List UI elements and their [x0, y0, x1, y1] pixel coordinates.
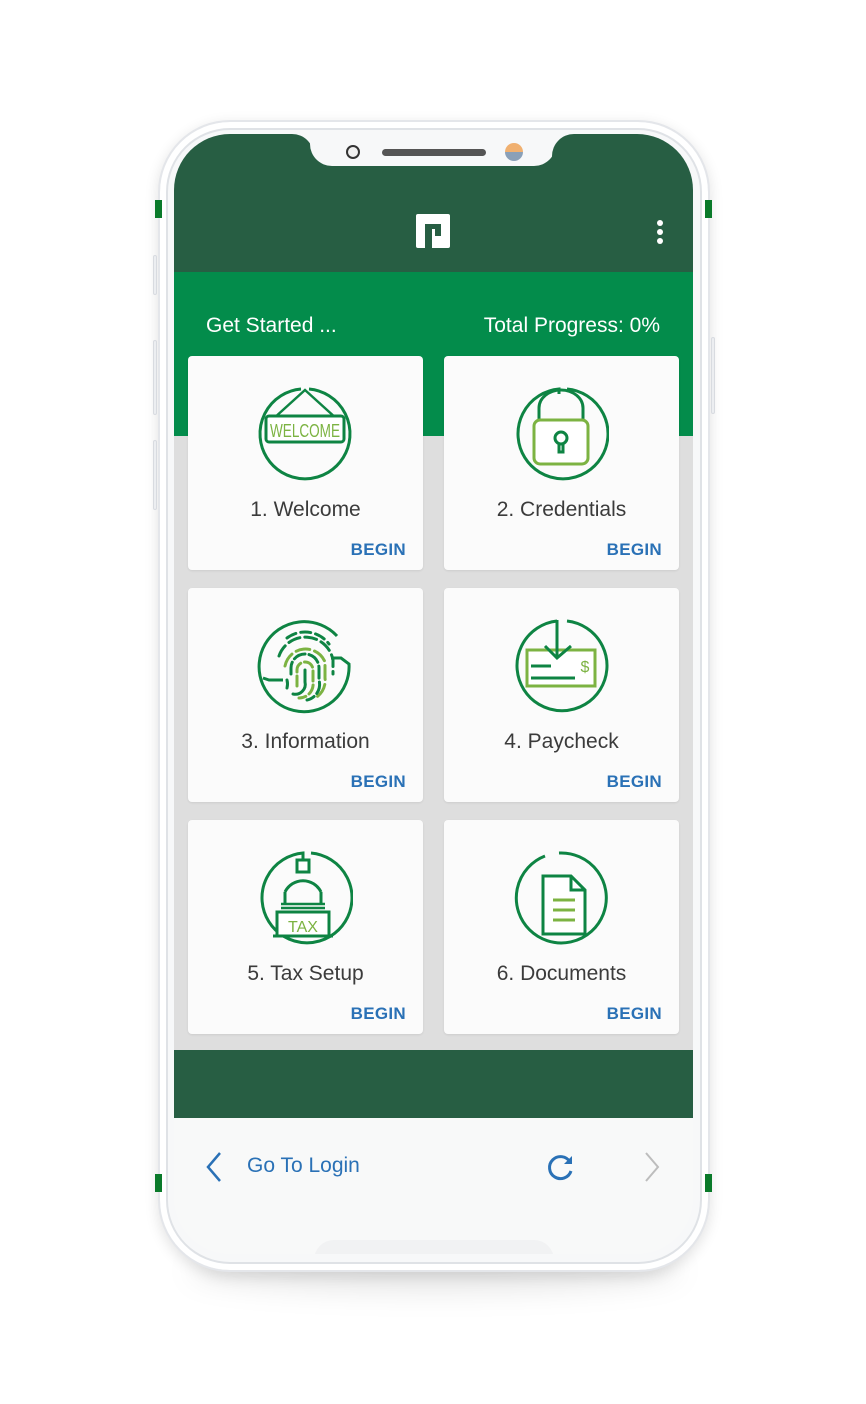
step-label: 3. Information: [241, 730, 370, 753]
phone-volume-up-button: [153, 340, 157, 415]
step-label: 2. Credentials: [496, 498, 627, 521]
home-indicator: [314, 1240, 554, 1254]
phone-volume-down-button: [153, 440, 157, 510]
step-card-documents[interactable]: 6. Documents BEGIN: [444, 820, 679, 1034]
step-label: 4. Paycheck: [504, 730, 619, 753]
phone-notch: [310, 134, 556, 166]
step-card-tax-setup[interactable]: TAX 5. Tax Setup BEGIN: [188, 820, 423, 1034]
paychex-logo-icon: [416, 214, 450, 248]
proximity-sensor: [505, 143, 523, 161]
phone-side-accent: [705, 200, 712, 218]
begin-button[interactable]: BEGIN: [351, 540, 406, 560]
phone-side-accent: [155, 1174, 162, 1192]
begin-button[interactable]: BEGIN: [607, 540, 662, 560]
page-title: Get Started ...: [206, 314, 337, 337]
total-progress: Total Progress: 0%: [483, 314, 660, 337]
fingerprint-icon: [257, 620, 351, 714]
chevron-right-icon[interactable]: [640, 1150, 664, 1184]
bottom-band: [174, 1050, 693, 1118]
begin-button[interactable]: BEGIN: [351, 772, 406, 792]
document-icon: [514, 851, 608, 945]
phone-side-accent: [155, 200, 162, 218]
phone-side-button: [153, 255, 157, 295]
svg-text:WELCOME: WELCOME: [270, 421, 340, 441]
step-label: 1. Welcome: [250, 498, 361, 521]
svg-text:$: $: [581, 659, 590, 676]
begin-button[interactable]: BEGIN: [607, 772, 662, 792]
capitol-tax-icon: TAX: [260, 851, 353, 945]
chevron-left-icon[interactable]: [202, 1150, 226, 1184]
refresh-icon[interactable]: [546, 1152, 576, 1182]
step-card-welcome[interactable]: WELCOME 1. Welcome BEGIN: [188, 356, 423, 570]
app-bar: [174, 134, 693, 272]
begin-button[interactable]: BEGIN: [607, 1004, 662, 1024]
go-to-login-link[interactable]: Go To Login: [247, 1154, 360, 1178]
svg-text:TAX: TAX: [288, 919, 318, 936]
front-camera: [346, 145, 360, 159]
step-card-credentials[interactable]: 2. Credentials BEGIN: [444, 356, 679, 570]
more-vertical-icon[interactable]: [653, 218, 667, 246]
phone-power-button: [711, 337, 715, 414]
app-screen: Get Started ... Total Progress: 0% WELCO…: [174, 134, 693, 1254]
phone-side-accent: [705, 1174, 712, 1192]
padlock-icon: [516, 387, 609, 481]
paycheck-download-icon: $: [515, 619, 609, 713]
step-card-information[interactable]: 3. Information BEGIN: [188, 588, 423, 802]
welcome-sign-icon: WELCOME: [258, 387, 352, 481]
begin-button[interactable]: BEGIN: [351, 1004, 406, 1024]
bottom-navigation: Go To Login: [174, 1118, 693, 1254]
step-label: 6. Documents: [496, 962, 627, 985]
earpiece-speaker: [382, 149, 486, 156]
step-label: 5. Tax Setup: [247, 962, 364, 985]
step-card-paycheck[interactable]: $ 4. Paycheck BEGIN: [444, 588, 679, 802]
